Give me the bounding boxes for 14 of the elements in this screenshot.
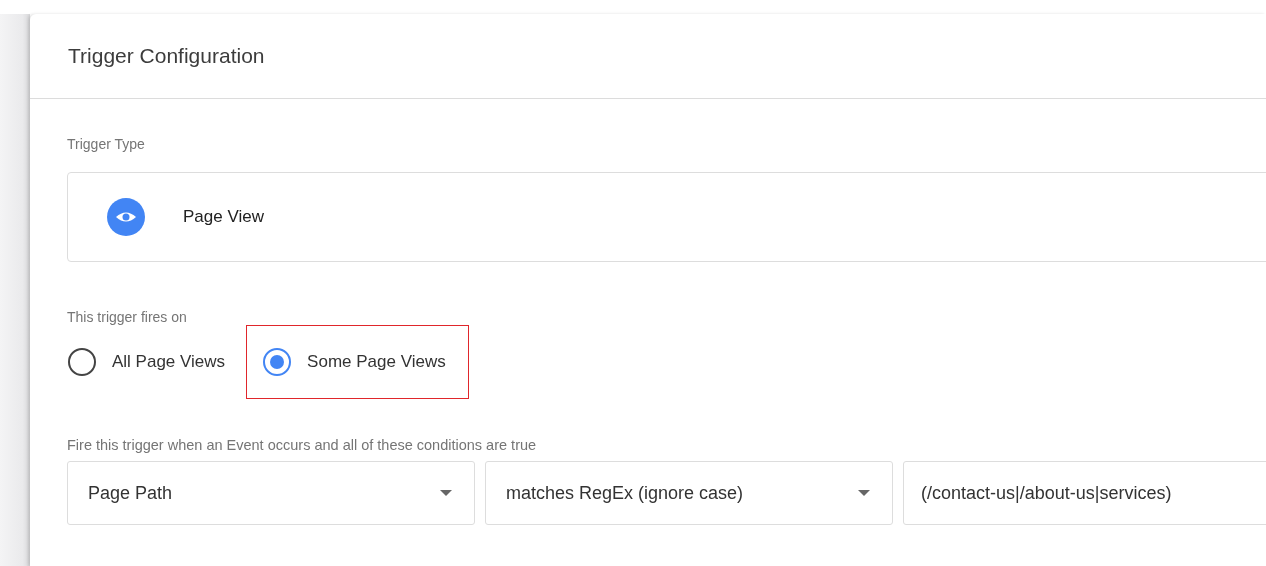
section-label: Fire this trigger when an Event occurs and all of these conditions are true <box>67 437 537 453</box>
caret-icon <box>858 490 870 496</box>
panel-title: Trigger Configuration <box>68 44 265 68</box>
input-field[interactable]: (/contact-us|/about-us|services) <box>903 461 1266 525</box>
caret-icon <box>440 490 452 496</box>
trigger-type-name: Page View <box>183 207 264 227</box>
trigger-type-card[interactable]: Page View <box>67 172 1266 262</box>
dropdown[interactable]: Page Path <box>67 461 475 525</box>
section-label: Trigger Type <box>67 136 145 152</box>
radio-option[interactable]: Some Page Views <box>263 348 446 376</box>
dropdown[interactable]: matches RegEx (ignore case) <box>485 461 893 525</box>
eye-icon <box>107 198 145 236</box>
section-label: This trigger fires on <box>67 309 187 325</box>
radio-option[interactable]: All Page Views <box>68 348 226 376</box>
